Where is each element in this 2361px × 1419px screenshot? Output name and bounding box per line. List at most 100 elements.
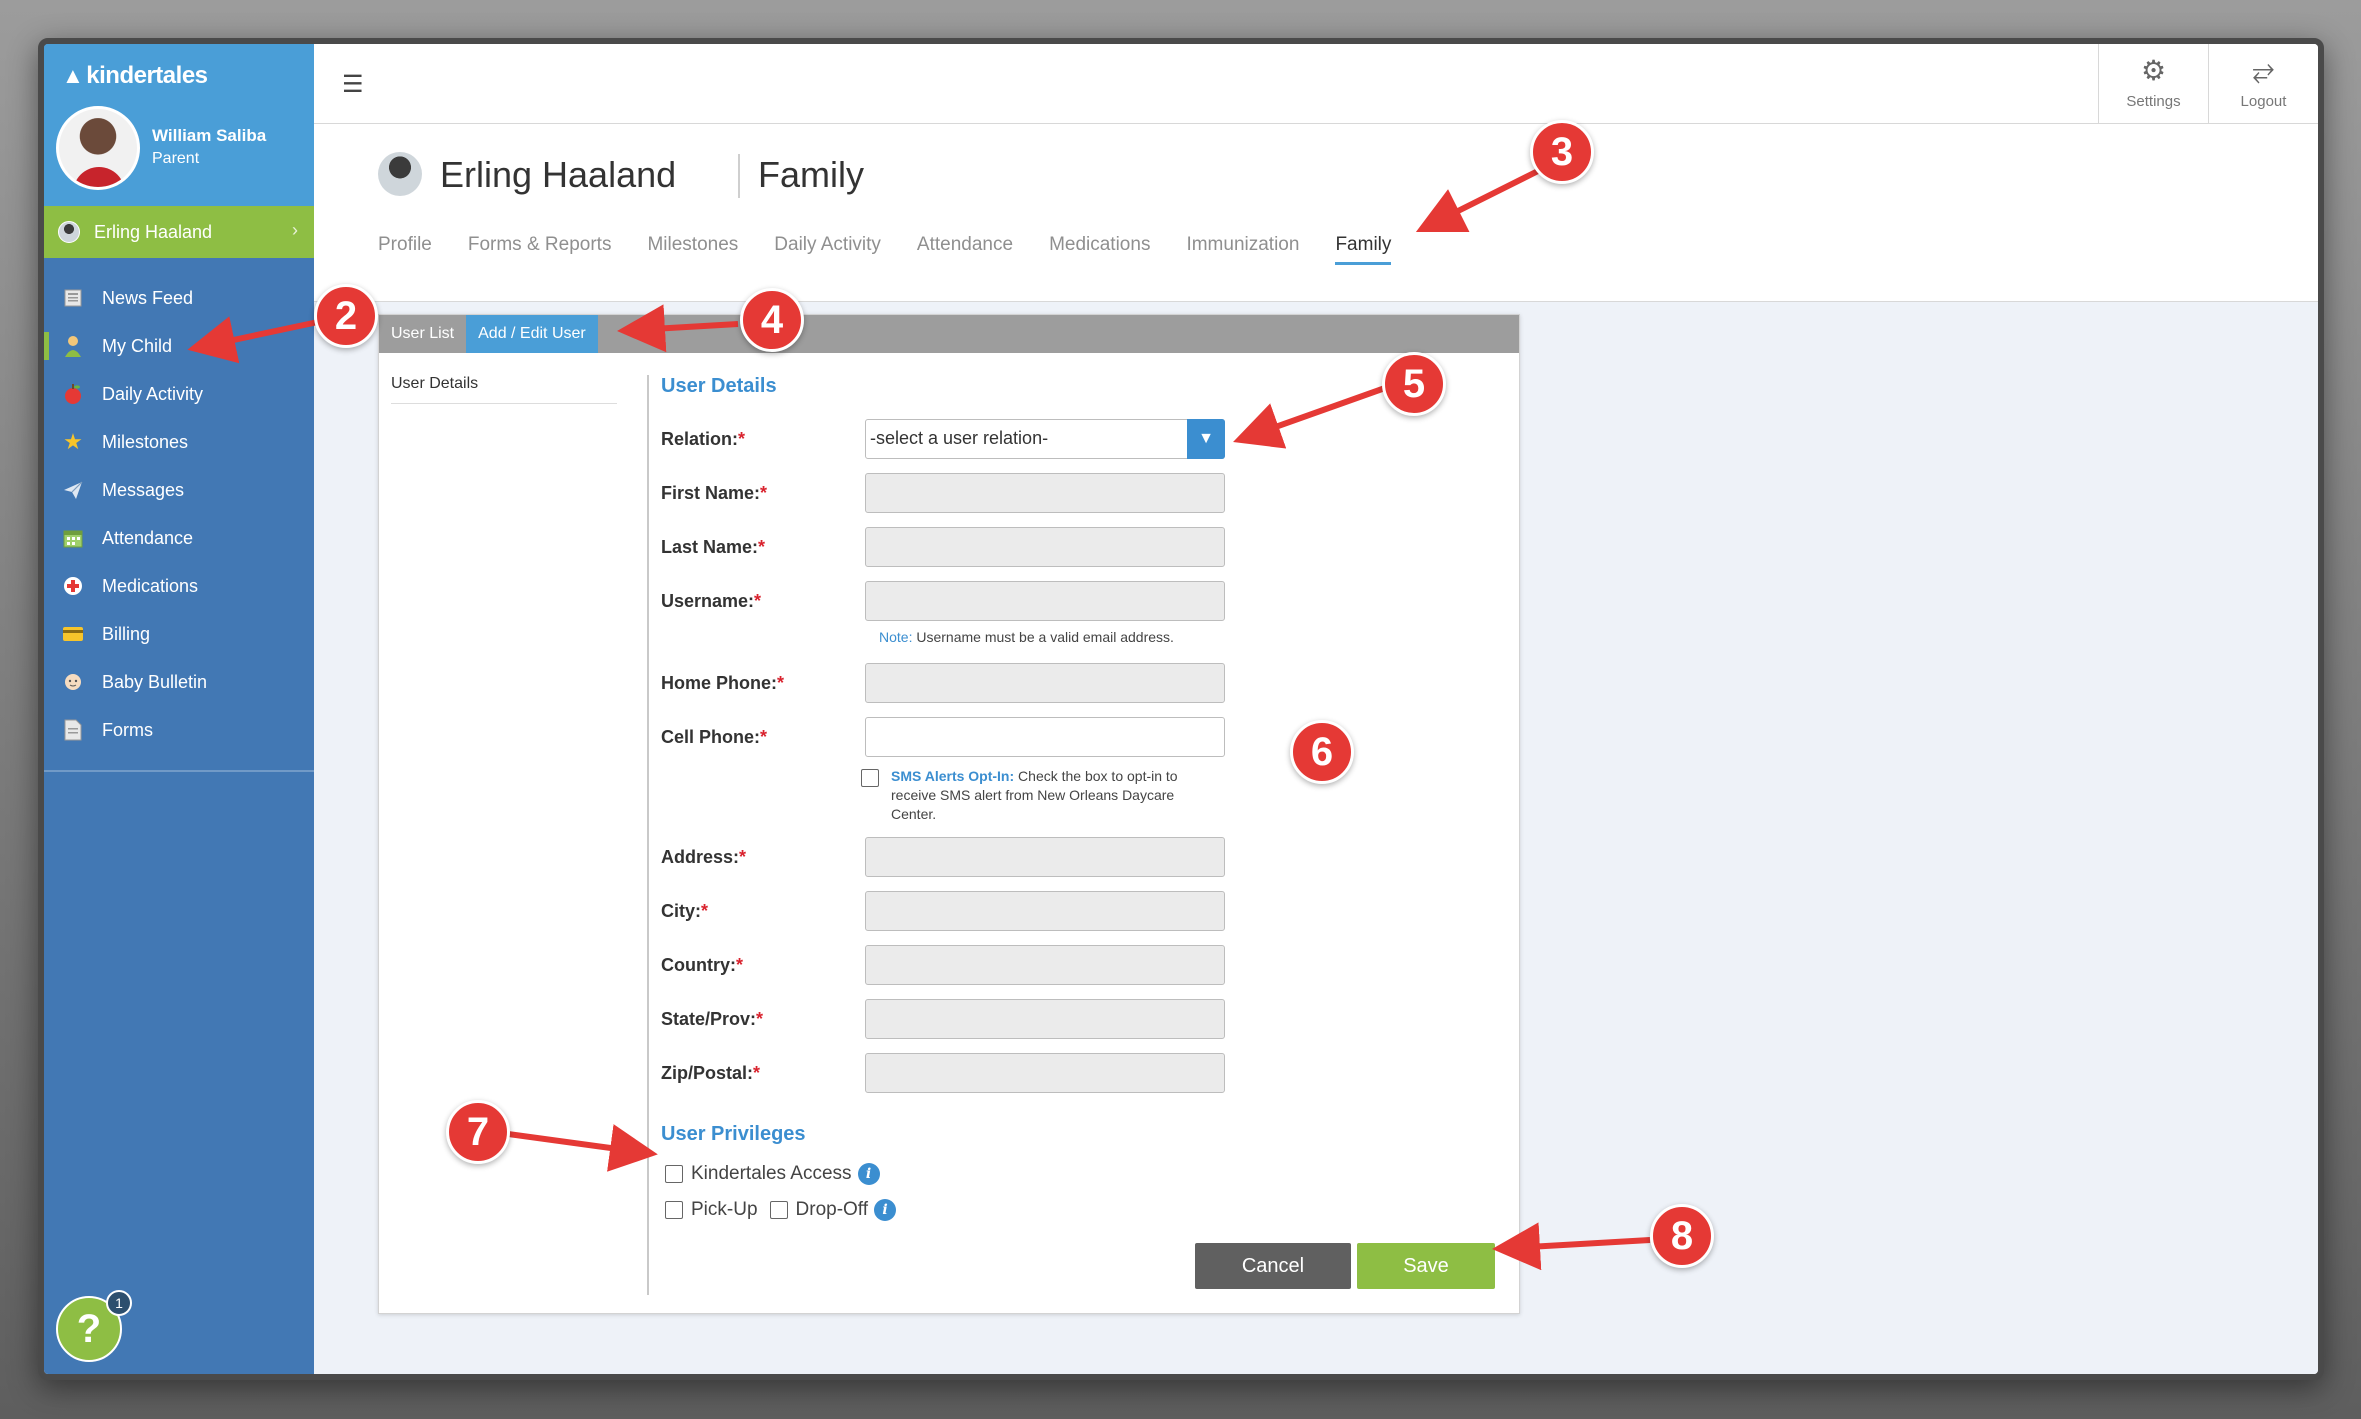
label-country: Country:* bbox=[661, 955, 744, 975]
child-selector[interactable]: Erling Haaland › bbox=[44, 206, 314, 258]
tab-immunization[interactable]: Immunization bbox=[1186, 234, 1299, 265]
sidebar-item-medications[interactable]: Medications bbox=[44, 562, 314, 610]
tab-add-edit-user[interactable]: Add / Edit User bbox=[466, 315, 598, 353]
top-bar: ☰ ⚙ Settings ⥂ Logout bbox=[314, 44, 2318, 124]
pickup-checkbox[interactable] bbox=[665, 1201, 683, 1219]
sidebar-item-label: Medications bbox=[102, 575, 199, 596]
sidebar-item-forms[interactable]: Forms bbox=[44, 706, 314, 754]
address-input[interactable] bbox=[865, 837, 1225, 877]
apple-icon bbox=[60, 383, 86, 405]
country-input[interactable] bbox=[865, 945, 1225, 985]
sidebar-item-billing[interactable]: Billing bbox=[44, 610, 314, 658]
callout-6: 6 bbox=[1290, 720, 1354, 784]
row-country: Country:* bbox=[661, 945, 1501, 985]
tab-medications[interactable]: Medications bbox=[1049, 234, 1150, 265]
tab-forms-reports[interactable]: Forms & Reports bbox=[468, 234, 612, 265]
tab-attendance[interactable]: Attendance bbox=[917, 234, 1013, 265]
label-username: Username:* bbox=[661, 591, 762, 611]
label-address: Address:* bbox=[661, 847, 747, 867]
label-cell-phone: Cell Phone:* bbox=[661, 727, 768, 747]
logout-button[interactable]: ⥂ Logout bbox=[2208, 44, 2318, 124]
page-section: Family bbox=[758, 154, 864, 195]
tab-user-list[interactable]: User List bbox=[379, 315, 466, 353]
row-relation: Relation:* -select a user relation- ▼ bbox=[661, 419, 1501, 459]
info-icon[interactable]: i bbox=[857, 1163, 880, 1185]
sidebar-item-attendance[interactable]: Attendance bbox=[44, 514, 314, 562]
sidebar-item-milestones[interactable]: ★ Milestones bbox=[44, 418, 314, 466]
sidebar: ▲ kindertales William Saliba Parent Erlin… bbox=[44, 44, 314, 1374]
newspaper-icon bbox=[60, 287, 86, 309]
profile-tabs: Profile Forms & Reports Milestones Daily… bbox=[378, 234, 1427, 265]
privilege-kindertales-access: Kindertales Access i bbox=[665, 1163, 880, 1185]
credit-card-icon bbox=[60, 623, 86, 645]
relation-select-value: -select a user relation- bbox=[870, 428, 1049, 448]
sidebar-item-label: Forms bbox=[102, 719, 153, 740]
sidebar-item-label: Messages bbox=[102, 479, 185, 500]
label-city: City:* bbox=[661, 901, 709, 921]
sidebar-item-news-feed[interactable]: News Feed bbox=[44, 274, 314, 322]
info-icon[interactable]: i bbox=[874, 1199, 897, 1221]
label-first-name: First Name:* bbox=[661, 483, 768, 503]
dropoff-checkbox[interactable] bbox=[769, 1201, 788, 1219]
label-state: State/Prov:* bbox=[661, 1009, 764, 1029]
tab-profile[interactable]: Profile bbox=[378, 234, 432, 265]
home-phone-input[interactable] bbox=[865, 663, 1225, 703]
sms-opt-in-checkbox[interactable] bbox=[861, 769, 879, 787]
sidebar-item-my-child[interactable]: My Child bbox=[44, 322, 314, 370]
settings-label: Settings bbox=[2126, 93, 2181, 110]
sidebar-item-label: Baby Bulletin bbox=[102, 671, 208, 692]
zip-input[interactable] bbox=[865, 1053, 1225, 1093]
callout-3: 3 bbox=[1530, 120, 1594, 184]
row-home-phone: Home Phone:* bbox=[661, 663, 1501, 703]
sidebar-nav: News Feed My Child Daily Activity ★ Mile… bbox=[44, 258, 314, 772]
user-name: William Saliba bbox=[152, 126, 267, 145]
city-input[interactable] bbox=[865, 891, 1225, 931]
tab-milestones[interactable]: Milestones bbox=[647, 234, 738, 265]
cell-phone-input[interactable] bbox=[865, 717, 1225, 757]
dropoff-label: Drop-Off bbox=[795, 1199, 869, 1220]
sidebar-item-messages[interactable]: Messages bbox=[44, 466, 314, 514]
kindertales-access-checkbox[interactable] bbox=[665, 1165, 683, 1183]
row-first-name: First Name:* bbox=[661, 473, 1501, 513]
section-title-user-details: User Details bbox=[661, 375, 777, 397]
sidebar-item-label: Milestones bbox=[102, 431, 189, 452]
last-name-input[interactable] bbox=[865, 527, 1225, 567]
card-tabs: User List Add / Edit User bbox=[379, 315, 1519, 353]
family-user-card: User List Add / Edit User User Details U… bbox=[378, 314, 1520, 1314]
hamburger-menu-icon[interactable]: ☰ bbox=[342, 70, 364, 99]
sms-opt-in: SMS Alerts Opt-In: Check the box to opt-… bbox=[861, 767, 1221, 824]
save-button[interactable]: Save bbox=[1357, 1243, 1495, 1289]
chevron-down-icon[interactable]: ▼ bbox=[1187, 419, 1225, 459]
sidebar-profile: ▲ kindertales William Saliba Parent bbox=[44, 44, 314, 206]
privilege-pickup-dropoff: Pick-Up Drop-Off i bbox=[665, 1199, 897, 1221]
callout-4: 4 bbox=[740, 288, 804, 352]
tab-family[interactable]: Family bbox=[1335, 234, 1392, 265]
document-icon bbox=[60, 719, 86, 741]
medical-cross-icon bbox=[60, 575, 86, 597]
child-icon bbox=[60, 335, 86, 357]
help-notification-badge: 1 bbox=[106, 1290, 132, 1316]
child-selector-name: Erling Haaland bbox=[94, 221, 213, 242]
main-content: ☰ ⚙ Settings ⥂ Logout Erling Haaland Fam… bbox=[314, 44, 2318, 1374]
cancel-button[interactable]: Cancel bbox=[1195, 1243, 1351, 1289]
state-input[interactable] bbox=[865, 999, 1225, 1039]
sidebar-item-label: News Feed bbox=[102, 287, 194, 308]
side-nav-user-details[interactable]: User Details bbox=[391, 375, 617, 404]
row-username: Username:* bbox=[661, 581, 1501, 621]
first-name-input[interactable] bbox=[865, 473, 1225, 513]
sidebar-item-label: My Child bbox=[102, 335, 173, 356]
brand-logo[interactable]: ▲ kindertales bbox=[62, 62, 208, 90]
sidebar-item-baby-bulletin[interactable]: Baby Bulletin bbox=[44, 658, 314, 706]
logout-label: Logout bbox=[2240, 93, 2287, 110]
relation-select[interactable]: -select a user relation- ▼ bbox=[865, 419, 1225, 459]
settings-button[interactable]: ⚙ Settings bbox=[2098, 44, 2208, 124]
sidebar-item-daily-activity[interactable]: Daily Activity bbox=[44, 370, 314, 418]
tab-daily-activity[interactable]: Daily Activity bbox=[774, 234, 881, 265]
username-input[interactable] bbox=[865, 581, 1225, 621]
user-avatar[interactable] bbox=[56, 106, 140, 190]
username-note: Note: Username must be a valid email add… bbox=[879, 629, 1174, 645]
row-zip: Zip/Postal:* bbox=[661, 1053, 1501, 1093]
sms-opt-in-text: SMS Alerts Opt-In: Check the box to opt-… bbox=[891, 768, 1178, 822]
row-state: State/Prov:* bbox=[661, 999, 1501, 1039]
callout-2: 2 bbox=[314, 284, 378, 348]
